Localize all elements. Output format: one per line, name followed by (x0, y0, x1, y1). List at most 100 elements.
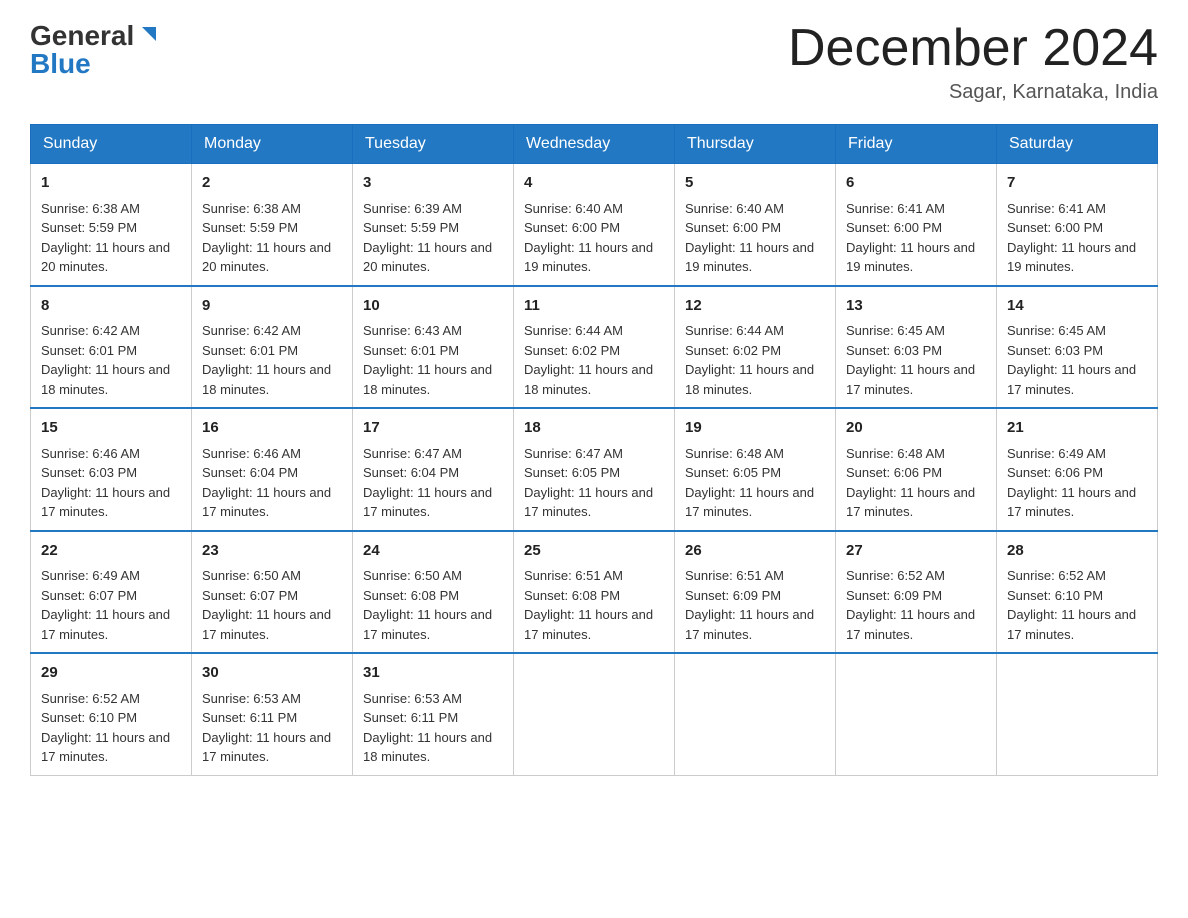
table-row (997, 653, 1158, 775)
sunrise-text: Sunrise: 6:49 AM (1007, 446, 1106, 461)
calendar-header-row: Sunday Monday Tuesday Wednesday Thursday… (31, 125, 1158, 164)
sunrise-text: Sunrise: 6:46 AM (202, 446, 301, 461)
sunset-text: Sunset: 6:09 PM (685, 588, 781, 603)
sunrise-text: Sunrise: 6:43 AM (363, 323, 462, 338)
sunrise-text: Sunrise: 6:38 AM (41, 201, 140, 216)
table-row (836, 653, 997, 775)
daylight-text: Daylight: 11 hours and 17 minutes. (202, 730, 331, 765)
daylight-text: Daylight: 11 hours and 17 minutes. (846, 485, 975, 520)
sunset-text: Sunset: 6:00 PM (846, 220, 942, 235)
sunset-text: Sunset: 6:08 PM (363, 588, 459, 603)
table-row: 13 Sunrise: 6:45 AM Sunset: 6:03 PM Dayl… (836, 286, 997, 409)
header-wednesday: Wednesday (514, 125, 675, 164)
table-row: 12 Sunrise: 6:44 AM Sunset: 6:02 PM Dayl… (675, 286, 836, 409)
daylight-text: Daylight: 11 hours and 17 minutes. (202, 485, 331, 520)
sunset-text: Sunset: 6:02 PM (685, 343, 781, 358)
daylight-text: Daylight: 11 hours and 20 minutes. (202, 240, 331, 275)
header-saturday: Saturday (997, 125, 1158, 164)
sunset-text: Sunset: 6:05 PM (524, 465, 620, 480)
sunset-text: Sunset: 6:00 PM (1007, 220, 1103, 235)
sunset-text: Sunset: 6:09 PM (846, 588, 942, 603)
day-number: 31 (363, 662, 503, 685)
sunset-text: Sunset: 6:04 PM (202, 465, 298, 480)
sunrise-text: Sunrise: 6:51 AM (685, 568, 784, 583)
table-row: 20 Sunrise: 6:48 AM Sunset: 6:06 PM Dayl… (836, 408, 997, 531)
sunset-text: Sunset: 6:05 PM (685, 465, 781, 480)
sunset-text: Sunset: 6:03 PM (846, 343, 942, 358)
sunrise-text: Sunrise: 6:45 AM (846, 323, 945, 338)
day-number: 23 (202, 540, 342, 563)
sunset-text: Sunset: 5:59 PM (202, 220, 298, 235)
day-number: 1 (41, 172, 181, 195)
table-row: 16 Sunrise: 6:46 AM Sunset: 6:04 PM Dayl… (192, 408, 353, 531)
table-row: 23 Sunrise: 6:50 AM Sunset: 6:07 PM Dayl… (192, 531, 353, 654)
daylight-text: Daylight: 11 hours and 19 minutes. (1007, 240, 1136, 275)
header-friday: Friday (836, 125, 997, 164)
sunrise-text: Sunrise: 6:52 AM (846, 568, 945, 583)
sunrise-text: Sunrise: 6:47 AM (524, 446, 623, 461)
sunset-text: Sunset: 6:01 PM (41, 343, 137, 358)
sunrise-text: Sunrise: 6:44 AM (685, 323, 784, 338)
day-number: 30 (202, 662, 342, 685)
daylight-text: Daylight: 11 hours and 17 minutes. (202, 607, 331, 642)
sunrise-text: Sunrise: 6:48 AM (685, 446, 784, 461)
sunrise-text: Sunrise: 6:40 AM (524, 201, 623, 216)
daylight-text: Daylight: 11 hours and 17 minutes. (1007, 485, 1136, 520)
sunset-text: Sunset: 6:11 PM (363, 710, 458, 725)
sunset-text: Sunset: 6:07 PM (41, 588, 137, 603)
table-row: 5 Sunrise: 6:40 AM Sunset: 6:00 PM Dayli… (675, 164, 836, 286)
daylight-text: Daylight: 11 hours and 17 minutes. (363, 607, 492, 642)
day-number: 21 (1007, 417, 1147, 440)
sunset-text: Sunset: 6:10 PM (1007, 588, 1103, 603)
sunrise-text: Sunrise: 6:51 AM (524, 568, 623, 583)
sunset-text: Sunset: 6:06 PM (1007, 465, 1103, 480)
day-number: 26 (685, 540, 825, 563)
table-row: 11 Sunrise: 6:44 AM Sunset: 6:02 PM Dayl… (514, 286, 675, 409)
table-row (675, 653, 836, 775)
header-monday: Monday (192, 125, 353, 164)
daylight-text: Daylight: 11 hours and 18 minutes. (41, 362, 170, 397)
day-number: 20 (846, 417, 986, 440)
day-number: 7 (1007, 172, 1147, 195)
daylight-text: Daylight: 11 hours and 17 minutes. (524, 607, 653, 642)
sunrise-text: Sunrise: 6:41 AM (846, 201, 945, 216)
day-number: 6 (846, 172, 986, 195)
sunset-text: Sunset: 5:59 PM (41, 220, 137, 235)
day-number: 27 (846, 540, 986, 563)
table-row: 24 Sunrise: 6:50 AM Sunset: 6:08 PM Dayl… (353, 531, 514, 654)
table-row: 2 Sunrise: 6:38 AM Sunset: 5:59 PM Dayli… (192, 164, 353, 286)
table-row: 21 Sunrise: 6:49 AM Sunset: 6:06 PM Dayl… (997, 408, 1158, 531)
table-row: 4 Sunrise: 6:40 AM Sunset: 6:00 PM Dayli… (514, 164, 675, 286)
day-number: 18 (524, 417, 664, 440)
table-row: 1 Sunrise: 6:38 AM Sunset: 5:59 PM Dayli… (31, 164, 192, 286)
daylight-text: Daylight: 11 hours and 18 minutes. (685, 362, 814, 397)
sunrise-text: Sunrise: 6:50 AM (363, 568, 462, 583)
sunrise-text: Sunrise: 6:42 AM (202, 323, 301, 338)
day-number: 8 (41, 295, 181, 318)
table-row: 7 Sunrise: 6:41 AM Sunset: 6:00 PM Dayli… (997, 164, 1158, 286)
daylight-text: Daylight: 11 hours and 17 minutes. (1007, 607, 1136, 642)
sunset-text: Sunset: 6:06 PM (846, 465, 942, 480)
day-number: 2 (202, 172, 342, 195)
day-number: 12 (685, 295, 825, 318)
logo-triangle-icon (138, 23, 160, 50)
day-number: 29 (41, 662, 181, 685)
sunrise-text: Sunrise: 6:45 AM (1007, 323, 1106, 338)
calendar-week-row: 15 Sunrise: 6:46 AM Sunset: 6:03 PM Dayl… (31, 408, 1158, 531)
daylight-text: Daylight: 11 hours and 17 minutes. (41, 607, 170, 642)
title-block: December 2024 Sagar, Karnataka, India (788, 20, 1158, 104)
daylight-text: Daylight: 11 hours and 19 minutes. (846, 240, 975, 275)
table-row: 29 Sunrise: 6:52 AM Sunset: 6:10 PM Dayl… (31, 653, 192, 775)
day-number: 5 (685, 172, 825, 195)
daylight-text: Daylight: 11 hours and 17 minutes. (846, 362, 975, 397)
day-number: 3 (363, 172, 503, 195)
day-number: 24 (363, 540, 503, 563)
table-row: 9 Sunrise: 6:42 AM Sunset: 6:01 PM Dayli… (192, 286, 353, 409)
logo: General Blue (30, 20, 160, 80)
table-row: 3 Sunrise: 6:39 AM Sunset: 5:59 PM Dayli… (353, 164, 514, 286)
sunrise-text: Sunrise: 6:50 AM (202, 568, 301, 583)
sunset-text: Sunset: 6:01 PM (363, 343, 459, 358)
sunset-text: Sunset: 6:07 PM (202, 588, 298, 603)
day-number: 17 (363, 417, 503, 440)
sunrise-text: Sunrise: 6:53 AM (363, 691, 462, 706)
